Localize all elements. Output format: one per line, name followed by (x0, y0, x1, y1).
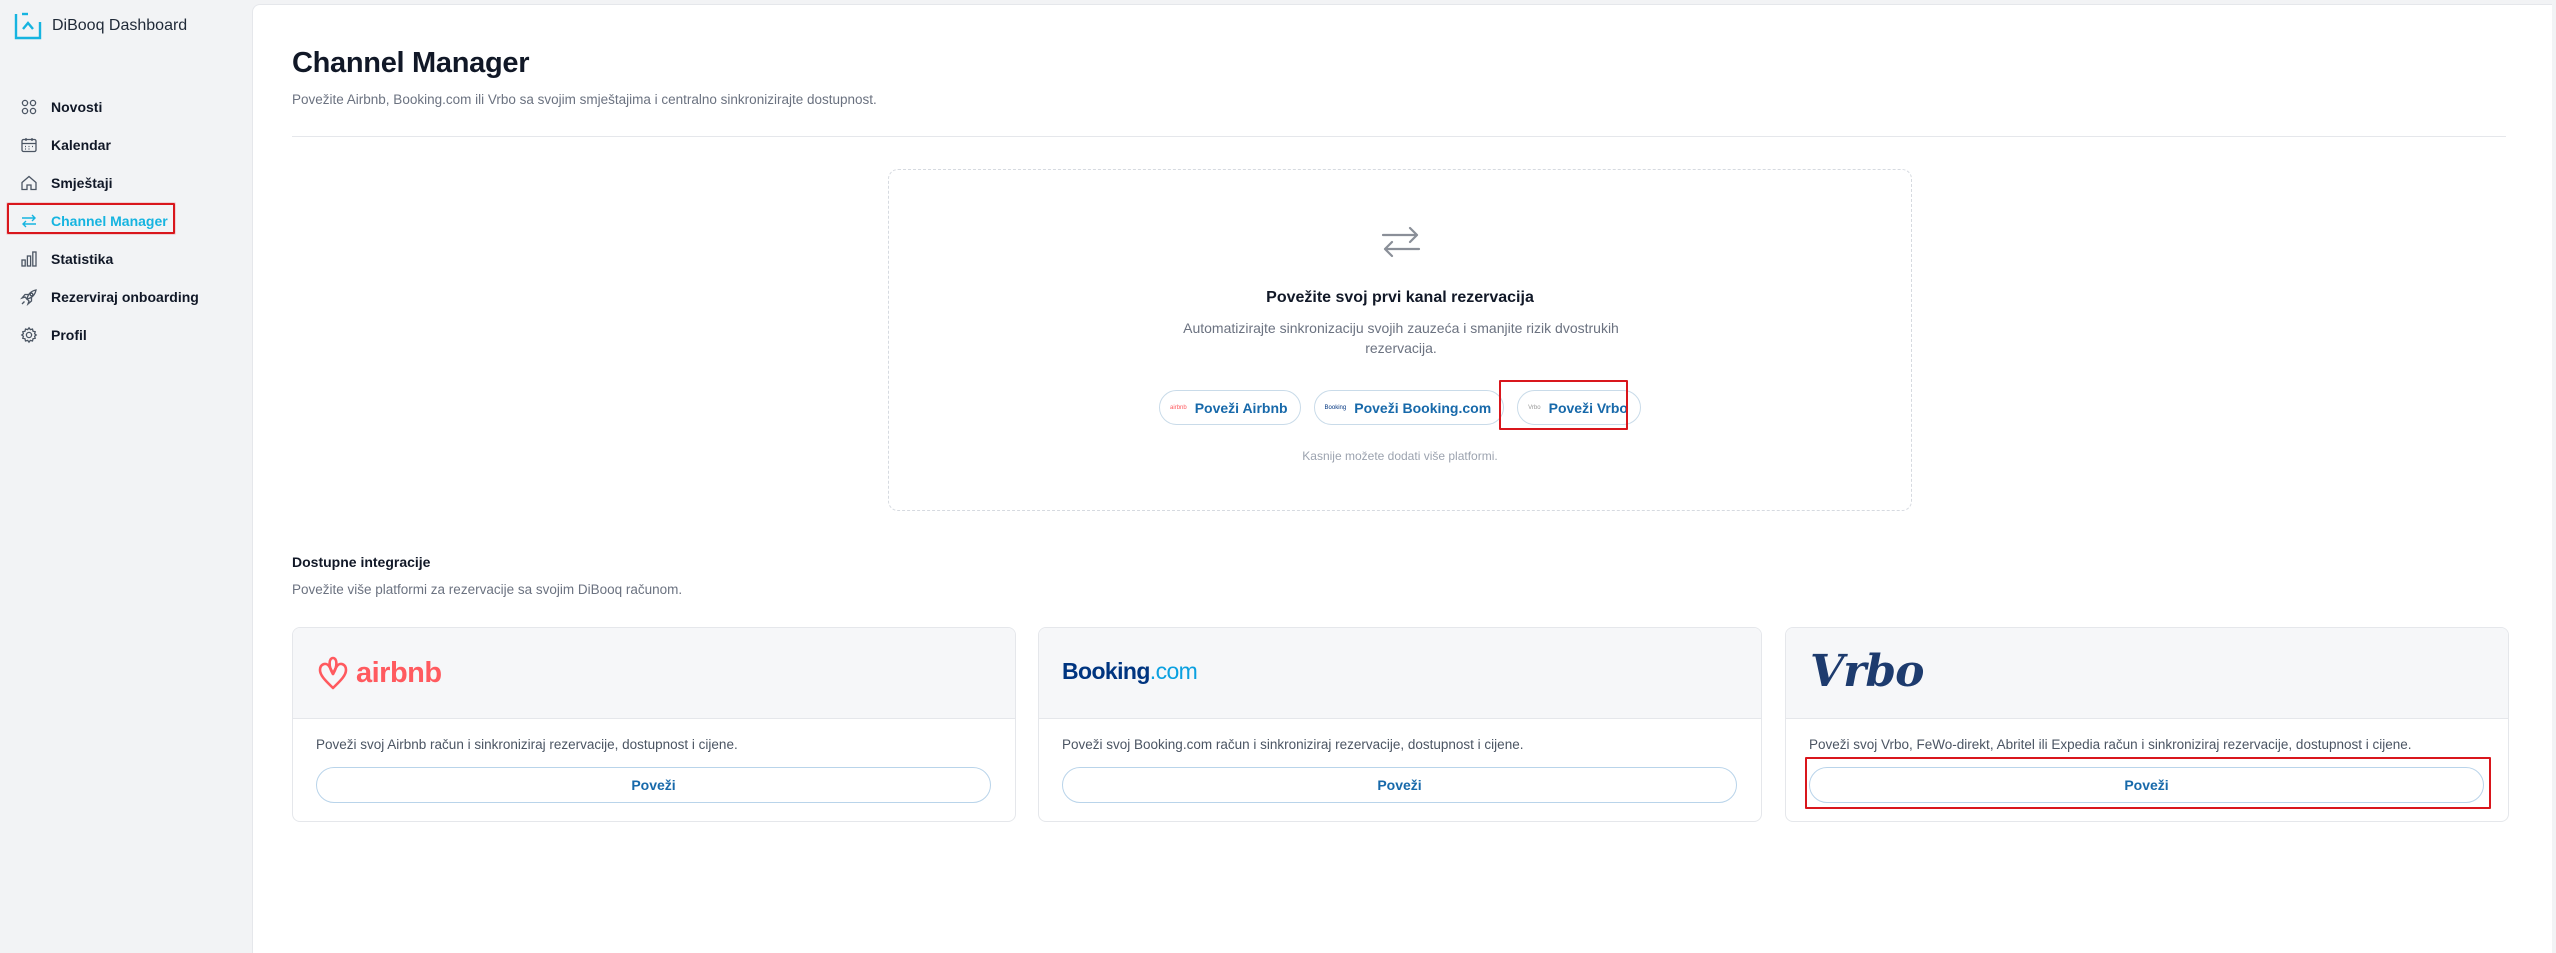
sidebar-item-label: Channel Manager (51, 213, 168, 229)
page-title: Channel Manager (292, 47, 530, 79)
brand-name: DiBooq Dashboard (52, 17, 188, 34)
sidebar-nav: Novosti Kalendar Smještaji Channel Manag… (0, 88, 250, 354)
sidebar-item-profil[interactable]: Profil (0, 316, 250, 354)
sidebar-item-label: Smještaji (51, 175, 113, 191)
card-header: Vrbo (1786, 628, 2508, 719)
sidebar-item-channel-manager[interactable]: Channel Manager (0, 202, 250, 240)
button-label: Poveži Booking.com (1354, 399, 1492, 416)
empty-state-footnote: Kasnije možete dodati više platformi. (1302, 449, 1498, 463)
airbnb-logo: airbnb (316, 654, 442, 692)
arrows-exchange-icon (1381, 226, 1421, 258)
empty-state-title: Povežite svoj prvi kanal rezervacija (1266, 289, 1534, 306)
sidebar-item-kalendar[interactable]: Kalendar (0, 126, 250, 164)
sidebar: DiBooq Dashboard Novosti Kalendar Smješt… (0, 0, 250, 953)
bar-chart-icon (21, 251, 37, 267)
sidebar-item-label: Profil (51, 327, 87, 343)
airbnb-belo-icon (318, 656, 348, 690)
connect-airbnb-card-button[interactable]: Poveži (316, 767, 991, 803)
connect-booking-card-button[interactable]: Poveži (1062, 767, 1737, 803)
connect-vrbo-card-button[interactable]: Poveži (1809, 767, 2484, 803)
airbnb-wordmark: airbnb (356, 656, 442, 689)
brand[interactable]: DiBooq Dashboard (12, 10, 187, 42)
empty-state-card: Povežite svoj prvi kanal rezervacija Aut… (888, 169, 1912, 511)
integration-card-booking: Booking.com Poveži svoj Booking.com raču… (1038, 627, 1762, 822)
card-description: Poveži svoj Booking.com račun i sinkroni… (1062, 737, 1524, 752)
sidebar-item-label: Novosti (51, 99, 103, 115)
calendar-icon (21, 138, 37, 153)
airbnb-mini-logo: airbnb (1170, 404, 1187, 411)
integration-card-airbnb: airbnb Poveži svoj Airbnb račun i sinkro… (292, 627, 1016, 822)
connect-booking-button[interactable]: Booking Poveži Booking.com (1313, 390, 1505, 425)
sidebar-item-rezerviraj-onboarding[interactable]: Rezerviraj onboarding (0, 278, 250, 316)
card-header: Booking.com (1039, 628, 1761, 719)
grid-icon (21, 99, 37, 115)
sidebar-item-label: Statistika (51, 251, 114, 267)
sidebar-item-label: Rezerviraj onboarding (51, 289, 199, 305)
sidebar-item-smjestaji[interactable]: Smještaji (0, 164, 250, 202)
button-label: Poveži Airbnb (1194, 399, 1288, 416)
connect-vrbo-button[interactable]: Vrbo Poveži Vrbo (1517, 390, 1641, 425)
sidebar-item-label: Kalendar (51, 137, 111, 153)
integrations-subtitle: Povežite više platformi za rezervacije s… (292, 582, 683, 597)
booking-logo: Booking.com (1062, 658, 1198, 685)
integrations-title: Dostupne integracije (292, 554, 431, 570)
empty-state-description: Automatizirajte sinkronizaciju svojih za… (1183, 320, 1619, 356)
connect-buttons: airbnb Poveži Airbnb Booking Poveži Book… (889, 390, 1911, 425)
vrbo-logo: Vrbo (1810, 646, 1924, 697)
vrbo-mini-logo: Vrbo (1528, 404, 1541, 411)
divider (292, 136, 2506, 137)
sidebar-item-novosti[interactable]: Novosti (0, 88, 250, 126)
booking-wordmark: Booking (1062, 658, 1150, 684)
booking-mini-logo: Booking (1324, 404, 1347, 411)
home-icon (21, 175, 37, 191)
gear-icon (20, 326, 38, 344)
arrows-exchange-icon (22, 214, 36, 228)
card-description: Poveži svoj Vrbo, FeWo-direkt, Abritel i… (1809, 737, 2412, 752)
main-panel: Channel Manager Povežite Airbnb, Booking… (252, 4, 2552, 953)
booking-wordmark-suffix: .com (1149, 658, 1198, 684)
rocket-icon (20, 289, 37, 306)
brand-logo-icon (14, 12, 42, 40)
connect-airbnb-button[interactable]: airbnb Poveži Airbnb (1159, 390, 1301, 425)
sidebar-item-statistika[interactable]: Statistika (0, 240, 250, 278)
card-description: Poveži svoj Airbnb račun i sinkroniziraj… (316, 737, 738, 752)
integration-card-vrbo: Vrbo Poveži svoj Vrbo, FeWo-direkt, Abri… (1785, 627, 2509, 822)
card-header: airbnb (293, 628, 1015, 719)
page-subtitle: Povežite Airbnb, Booking.com ili Vrbo sa… (292, 92, 877, 107)
button-label: Poveži Vrbo (1548, 399, 1628, 416)
